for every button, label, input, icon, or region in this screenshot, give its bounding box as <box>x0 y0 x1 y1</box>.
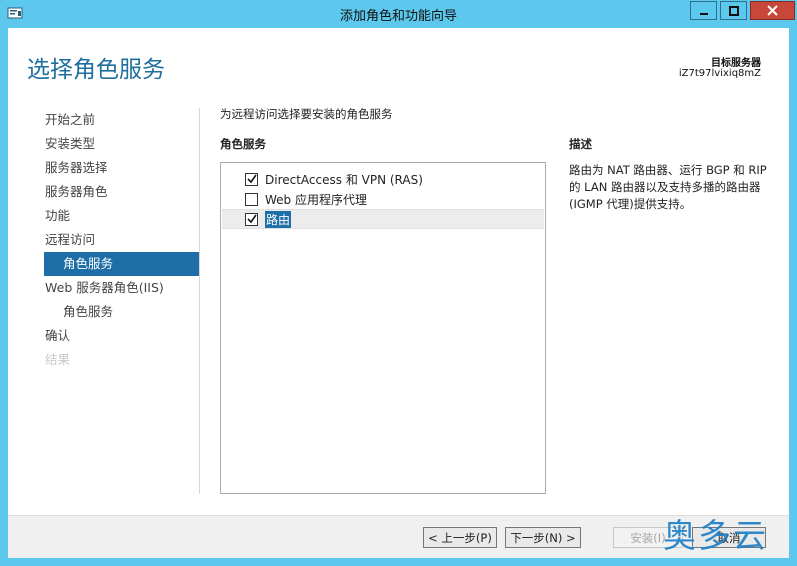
nav-divider <box>199 108 200 494</box>
previous-button[interactable]: < 上一步(P) <box>423 527 497 548</box>
wizard-content: 选择角色服务 目标服务器 iZ7t97lvixiq8mZ 开始之前 安装类型 服… <box>8 28 789 558</box>
target-server-name: iZ7t97lvixiq8mZ <box>678 68 761 79</box>
next-button[interactable]: 下一步(N) > <box>505 527 581 548</box>
checkbox-directaccess-vpn[interactable] <box>245 172 258 186</box>
close-icon <box>767 5 778 16</box>
checkmark-icon <box>246 214 257 224</box>
nav-step-remote-access[interactable]: 远程访问 <box>44 228 199 252</box>
watermark-logo: 奥多云 <box>663 516 768 555</box>
role-services-header: 角色服务 <box>220 137 266 151</box>
instruction-text: 为远程访问选择要安装的角色服务 <box>220 107 393 121</box>
maximize-button[interactable] <box>720 1 747 20</box>
nav-step-before-you-begin[interactable]: 开始之前 <box>44 108 199 132</box>
maximize-icon <box>728 5 739 16</box>
page-title: 选择角色服务 <box>27 57 165 83</box>
checkbox-routing[interactable] <box>245 212 258 226</box>
close-button[interactable] <box>750 1 795 20</box>
list-item-directaccess-vpn[interactable]: DirectAccess 和 VPN (RAS) <box>222 169 544 189</box>
list-item-label: Web 应用程序代理 <box>265 192 367 207</box>
nav-step-web-server-role[interactable]: Web 服务器角色(IIS) <box>44 276 199 300</box>
window-title: 添加角色和功能向导 <box>339 9 457 24</box>
minimize-icon <box>699 12 708 15</box>
nav-step-server-roles[interactable]: 服务器角色 <box>44 180 199 204</box>
description-text: 路由为 NAT 路由器、运行 BGP 和 RIP 的 LAN 路由器以及支持多播… <box>569 163 767 211</box>
wizard-step-nav: 开始之前 安装类型 服务器选择 服务器角色 功能 远程访问 角色服务 Web 服… <box>44 108 199 372</box>
list-item-routing[interactable]: 路由 <box>222 209 544 229</box>
role-services-list[interactable]: DirectAccess 和 VPN (RAS) Web 应用程序代理 路由 <box>220 162 546 494</box>
list-item-label: DirectAccess 和 VPN (RAS) <box>265 172 423 187</box>
title-bar[interactable]: 添加角色和功能向导 <box>0 0 797 28</box>
list-item-web-app-proxy[interactable]: Web 应用程序代理 <box>222 189 544 209</box>
nav-step-features[interactable]: 功能 <box>44 204 199 228</box>
checkmark-icon <box>246 174 257 184</box>
nav-step-results: 结果 <box>45 352 71 367</box>
wizard-window: 添加角色和功能向导 选择角色服务 目标服务器 iZ7t97lvixiq8mZ 开… <box>0 0 797 566</box>
list-item-label: 路由 <box>265 210 292 228</box>
nav-step-server-selection[interactable]: 服务器选择 <box>44 156 199 180</box>
nav-step-confirmation[interactable]: 确认 <box>44 324 199 348</box>
nav-step-web-role-services[interactable]: 角色服务 <box>44 300 199 324</box>
description-header: 描述 <box>569 137 592 151</box>
nav-step-installation-type[interactable]: 安装类型 <box>44 132 199 156</box>
nav-step-role-services[interactable]: 角色服务 <box>44 252 199 276</box>
target-server-label: 目标服务器 <box>711 58 761 69</box>
checkbox-web-app-proxy[interactable] <box>245 192 258 206</box>
minimize-button[interactable] <box>690 1 717 20</box>
